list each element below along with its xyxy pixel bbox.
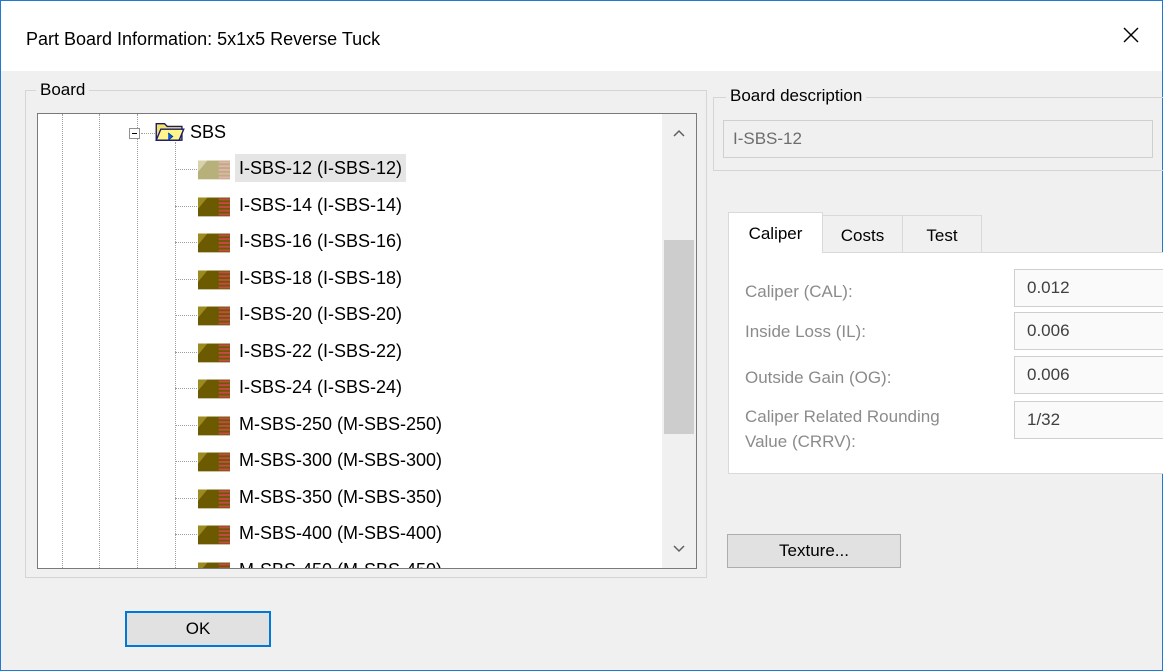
tree-item[interactable]: I-SBS-22 (I-SBS-22) — [38, 333, 658, 369]
tree-item-label: I-SBS-24 (I-SBS-24) — [239, 377, 403, 397]
tab-caliper[interactable]: Caliper — [728, 212, 823, 253]
chevron-up-icon — [673, 129, 685, 137]
tree-item-label: I-SBS-18 (I-SBS-18) — [239, 267, 403, 288]
tree-item[interactable]: I-SBS-14 (I-SBS-14) — [38, 187, 658, 223]
tree-item-label: M-SBS-350 (M-SBS-350) — [239, 486, 443, 507]
board-texture-icon — [198, 416, 230, 435]
scroll-down-button[interactable] — [662, 532, 696, 566]
scroll-thumb[interactable] — [664, 240, 694, 434]
tree-folder-sbs[interactable]: SBS — [38, 114, 658, 150]
board-description-field[interactable]: I-SBS-12 — [723, 120, 1153, 158]
board-texture-light-icon — [198, 160, 230, 180]
tree-item[interactable]: M-SBS-350 (M-SBS-350) — [38, 479, 658, 515]
tree-item-label: M-SBS-250 (M-SBS-250) — [239, 413, 443, 434]
tree-item[interactable]: M-SBS-300 (M-SBS-300) — [38, 442, 658, 478]
crrv-label-line2: Value (CRRV): — [745, 432, 856, 451]
crrv-value[interactable]: 1/32 — [1014, 401, 1163, 439]
board-texture-icon — [198, 562, 230, 568]
collapse-icon[interactable] — [129, 128, 140, 139]
board-texture-icon — [198, 452, 230, 472]
tree-item[interactable]: M-SBS-250 (M-SBS-250) — [38, 406, 658, 442]
outside-gain-value[interactable]: 0.006 — [1014, 356, 1163, 394]
board-texture-icon — [198, 270, 230, 289]
board-group-label: Board — [36, 80, 90, 100]
board-texture-icon — [198, 489, 230, 508]
title-bar: Part Board Information: 5x1x5 Reverse Tu… — [1, 1, 1162, 71]
tree-item[interactable]: I-SBS-18 (I-SBS-18) — [38, 260, 658, 296]
tree-item-label: I-SBS-14 (I-SBS-14) — [239, 194, 403, 215]
folder-open-icon — [155, 122, 185, 141]
inside-loss-label: Inside Loss (IL): — [745, 322, 866, 341]
tab-costs[interactable]: Costs — [822, 215, 903, 253]
tree-item-label: M-SBS-400 (M-SBS-400) — [239, 523, 443, 543]
tree-item-label: M-SBS-300 (M-SBS-300) — [239, 450, 443, 470]
tree-item-label: I-SBS-16 (I-SBS-16) — [239, 231, 403, 251]
tree-item[interactable]: I-SBS-16 (I-SBS-16) — [38, 223, 658, 259]
caliper-label: Caliper (CAL): — [745, 282, 853, 301]
scroll-up-button[interactable] — [662, 116, 696, 150]
tree-item[interactable]: M-SBS-400 (M-SBS-400) — [38, 515, 658, 551]
board-texture-icon — [198, 197, 230, 216]
tree-folder-label: SBS — [190, 122, 227, 142]
board-texture-icon — [198, 233, 230, 253]
ok-button[interactable]: OK — [125, 611, 271, 647]
chevron-down-icon — [673, 545, 685, 553]
board-texture-icon — [198, 379, 230, 399]
outside-gain-label: Outside Gain (OG): — [745, 368, 892, 387]
tree-item-label: M-SBS-450 (M-SBS-450) — [235, 556, 446, 569]
close-button[interactable] — [1111, 17, 1151, 53]
caliper-value[interactable]: 0.012 — [1014, 269, 1163, 307]
dialog-window: Part Board Information: 5x1x5 Reverse Tu… — [0, 0, 1163, 671]
board-texture-icon — [198, 306, 230, 326]
close-icon — [1123, 27, 1139, 43]
tree-item[interactable]: I-SBS-12 (I-SBS-12) — [38, 150, 658, 186]
tree-item-label: I-SBS-22 (I-SBS-22) — [239, 340, 403, 361]
description-group-label: Board description — [726, 86, 867, 106]
tab-test[interactable]: Test — [902, 215, 982, 253]
window-title: Part Board Information: 5x1x5 Reverse Tu… — [26, 29, 381, 49]
tree-item-label: I-SBS-12 (I-SBS-12) — [235, 154, 407, 182]
tree-item[interactable]: I-SBS-20 (I-SBS-20) — [38, 296, 658, 332]
crrv-label-line1: Caliper Related Rounding — [745, 407, 940, 426]
board-texture-icon — [198, 343, 230, 362]
tree-item[interactable]: M-SBS-450 (M-SBS-450) — [38, 552, 658, 569]
board-tree[interactable]: SBS I-SBS-12 (I-SBS-12) I-SBS-14 (I-SBS-1… — [37, 113, 697, 569]
inside-loss-value[interactable]: 0.006 — [1014, 312, 1163, 350]
tree-item-label: I-SBS-20 (I-SBS-20) — [239, 304, 403, 324]
board-texture-icon — [198, 525, 230, 545]
tree-item[interactable]: I-SBS-24 (I-SBS-24) — [38, 369, 658, 405]
tree-scrollbar[interactable] — [662, 114, 696, 568]
texture-button[interactable]: Texture... — [727, 534, 901, 568]
